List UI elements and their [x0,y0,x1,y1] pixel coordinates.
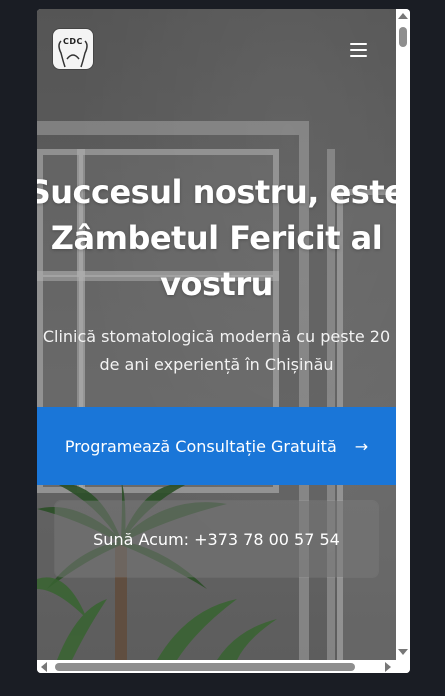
horizontal-scroll-thumb[interactable] [55,663,355,671]
browser-frame: CDC Succesul nostru, este Zâmbetul Feric… [37,9,410,673]
page-viewport: CDC Succesul nostru, este Zâmbetul Feric… [37,9,396,660]
hamburger-menu-icon[interactable] [347,41,371,61]
hero-subtitle-line: Clinică stomatologică modernă cu peste 2… [42,327,391,346]
arrow-right-icon: → [354,436,369,456]
vertical-scroll-thumb[interactable] [399,27,407,47]
book-consultation-label: Programează Consultație Gratuită [64,436,337,456]
scroll-up-arrow-icon[interactable] [398,13,408,19]
call-now-label: Sună Acum: +373 78 00 57 54 [93,529,340,549]
hero-title: Succesul nostru, este Zâmbetul Fericit a… [37,169,396,307]
tooth-logo-icon [58,40,88,68]
clinic-logo[interactable]: CDC [53,29,93,69]
hero-subtitle-line: de ani experiență în Chișinău [99,355,334,374]
vertical-scrollbar[interactable] [396,9,410,660]
book-consultation-button[interactable]: Programează Consultație Gratuită → [37,407,396,485]
hero-subtitle: Clinică stomatologică modernă cu peste 2… [37,323,396,379]
hero-title-line: Succesul nostru, este [37,173,396,211]
call-now-button[interactable]: Sună Acum: +373 78 00 57 54 [55,501,378,577]
scroll-left-arrow-icon[interactable] [41,662,47,672]
hero-title-line: vostru [160,265,273,303]
scroll-down-arrow-icon[interactable] [398,649,408,655]
horizontal-scrollbar[interactable] [37,660,410,673]
scroll-right-arrow-icon[interactable] [385,662,391,672]
hero-title-line: Zâmbetul Fericit al [50,219,383,257]
